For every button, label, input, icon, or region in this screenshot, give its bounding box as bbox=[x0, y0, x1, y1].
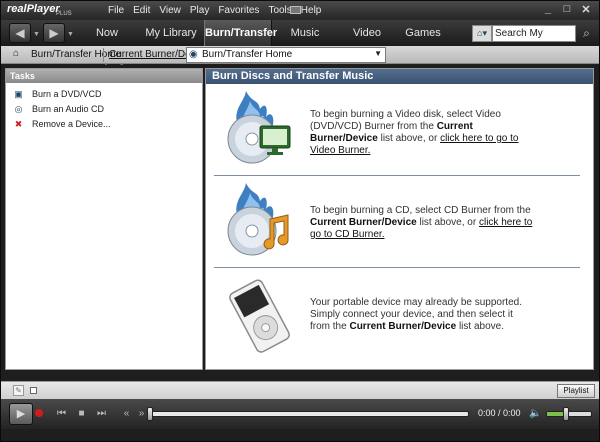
logo-suffix: PLUS bbox=[56, 11, 72, 17]
remove-device-icon: ✖ bbox=[14, 118, 23, 129]
tab-video[interactable]: Video bbox=[344, 20, 390, 46]
task-burn-audio-cd[interactable]: ◎ Burn an Audio CD bbox=[13, 102, 104, 116]
stop-icon[interactable]: ■ bbox=[73, 405, 90, 422]
portable-text-device: Current Burner/Device bbox=[349, 321, 457, 332]
task-label: Burn a DVD/VCD bbox=[32, 89, 102, 99]
volume-icon[interactable]: 🔈 bbox=[529, 407, 542, 420]
volume-slider[interactable] bbox=[546, 411, 592, 417]
message-icon[interactable] bbox=[290, 6, 301, 14]
cd-burn-text: To begin burning a CD, select CD Burner … bbox=[310, 205, 535, 241]
home-icon[interactable]: ⌂ bbox=[13, 48, 25, 60]
cd-text-device: Current Burner/Device bbox=[310, 217, 417, 228]
cd-text-part2: list above, or bbox=[416, 217, 479, 228]
window-controls: _ □ ✕ bbox=[543, 3, 591, 16]
title-bar: realPlayer PLUS File Edit View Play Favo… bbox=[1, 1, 599, 20]
portable-device-text: Your portable device may already be supp… bbox=[310, 297, 535, 333]
cd-burner-icon bbox=[227, 183, 289, 256]
playlist-button[interactable]: Playlist bbox=[557, 384, 595, 398]
task-label: Burn an Audio CD bbox=[32, 104, 105, 114]
menu-view[interactable]: View bbox=[159, 5, 181, 16]
chevron-down-icon[interactable]: ▼ bbox=[374, 49, 382, 58]
portable-device-section: Your portable device may already be supp… bbox=[214, 273, 580, 363]
video-text-part2: list above, or bbox=[377, 133, 441, 144]
nav-bar: ◀ ▼ ▶ ▼ Now Playing My Library Burn/Tran… bbox=[1, 20, 599, 65]
device-select[interactable]: ◉ Burn/Transfer Home ▼ bbox=[186, 47, 386, 63]
search-icon[interactable]: ⌕ bbox=[579, 24, 594, 42]
time-display: 0:00 / 0:00 bbox=[478, 408, 521, 418]
menu-tools[interactable]: Tools bbox=[268, 5, 291, 16]
section-divider bbox=[214, 267, 580, 268]
video-burn-text: To begin burning a Video disk, select Vi… bbox=[310, 109, 535, 157]
volume-handle[interactable] bbox=[563, 407, 569, 421]
search-scope-icon[interactable]: ⌂▾ bbox=[472, 25, 492, 42]
main-pane: Burn Discs and Transfer Music To begin b… bbox=[205, 68, 594, 370]
menu-favorites[interactable]: Favorites bbox=[218, 5, 259, 16]
breadcrumb-current[interactable]: Burn/Transfer Home bbox=[31, 49, 121, 60]
status-bar: ✎ Playlist bbox=[1, 381, 599, 399]
video-burner-icon bbox=[227, 91, 291, 164]
device-globe-icon: ◉ bbox=[189, 49, 198, 60]
menu-edit[interactable]: Edit bbox=[133, 5, 150, 16]
task-remove-device[interactable]: ✖ Remove a Device... bbox=[13, 117, 111, 131]
cd-burn-section: To begin burning a CD, select CD Burner … bbox=[214, 179, 580, 263]
portable-text-part2: list above. bbox=[456, 321, 504, 332]
realplayer-logo: realPlayer PLUS bbox=[7, 3, 72, 18]
seek-handle[interactable] bbox=[147, 407, 153, 421]
breadcrumb-separator bbox=[103, 48, 104, 62]
cd-text-part1: To begin burning a CD, select CD Burner … bbox=[310, 205, 531, 216]
main-header: Burn Discs and Transfer Music bbox=[206, 69, 593, 84]
tasks-panel: Tasks ▣ Burn a DVD/VCD ◎ Burn an Audio C… bbox=[5, 68, 203, 370]
playback-controls: ▶ ⏮ ■ ⏭ « » 0:00 / 0:00 🔈 bbox=[1, 399, 599, 429]
task-label: Remove a Device... bbox=[32, 119, 111, 129]
back-dropdown-icon[interactable]: ▼ bbox=[33, 31, 40, 38]
maximize-button[interactable]: □ bbox=[562, 3, 572, 16]
dvd-icon: ▣ bbox=[14, 88, 23, 99]
video-burn-section: To begin burning a Video disk, select Vi… bbox=[214, 89, 580, 171]
close-button[interactable]: ✕ bbox=[581, 3, 591, 16]
previous-track-icon[interactable]: ⏮ bbox=[53, 405, 70, 422]
edit-icon[interactable]: ✎ bbox=[13, 385, 24, 396]
tab-burn-transfer[interactable]: Burn/Transfer bbox=[204, 20, 277, 46]
menu-file[interactable]: File bbox=[108, 5, 124, 16]
portable-player-icon bbox=[229, 279, 290, 353]
tab-my-library[interactable]: My Library bbox=[141, 20, 201, 46]
menu-help[interactable]: Help bbox=[301, 5, 322, 16]
realplayer-window: realPlayer PLUS File Edit View Play Favo… bbox=[0, 0, 600, 442]
tab-music[interactable]: Music bbox=[282, 20, 328, 46]
play-button[interactable]: ▶ bbox=[9, 403, 33, 425]
section-divider bbox=[214, 175, 580, 176]
tab-now-playing[interactable]: Now Playing bbox=[77, 20, 137, 65]
back-button[interactable]: ◀ bbox=[9, 23, 31, 43]
logo-text: realPlayer bbox=[7, 3, 60, 15]
forward-dropdown-icon[interactable]: ▼ bbox=[67, 31, 74, 38]
search-input[interactable]: Search My Library bbox=[492, 25, 576, 54]
breadcrumb: ⌂ Burn/Transfer Home Current Burner/Devi… bbox=[1, 46, 599, 64]
device-selected-value: Burn/Transfer Home bbox=[202, 49, 293, 60]
record-button[interactable] bbox=[35, 409, 43, 417]
checkbox-icon[interactable] bbox=[30, 387, 37, 394]
tasks-header: Tasks bbox=[6, 69, 202, 83]
forward-button[interactable]: ▶ bbox=[43, 23, 65, 43]
audio-cd-icon: ◎ bbox=[14, 103, 23, 114]
next-track-icon[interactable]: ⏭ bbox=[93, 405, 110, 422]
menu-play[interactable]: Play bbox=[190, 5, 209, 16]
tab-games[interactable]: Games bbox=[400, 20, 446, 46]
task-burn-dvd[interactable]: ▣ Burn a DVD/VCD bbox=[13, 87, 102, 101]
minimize-button[interactable]: _ bbox=[543, 3, 553, 16]
seek-bar[interactable] bbox=[149, 411, 469, 417]
